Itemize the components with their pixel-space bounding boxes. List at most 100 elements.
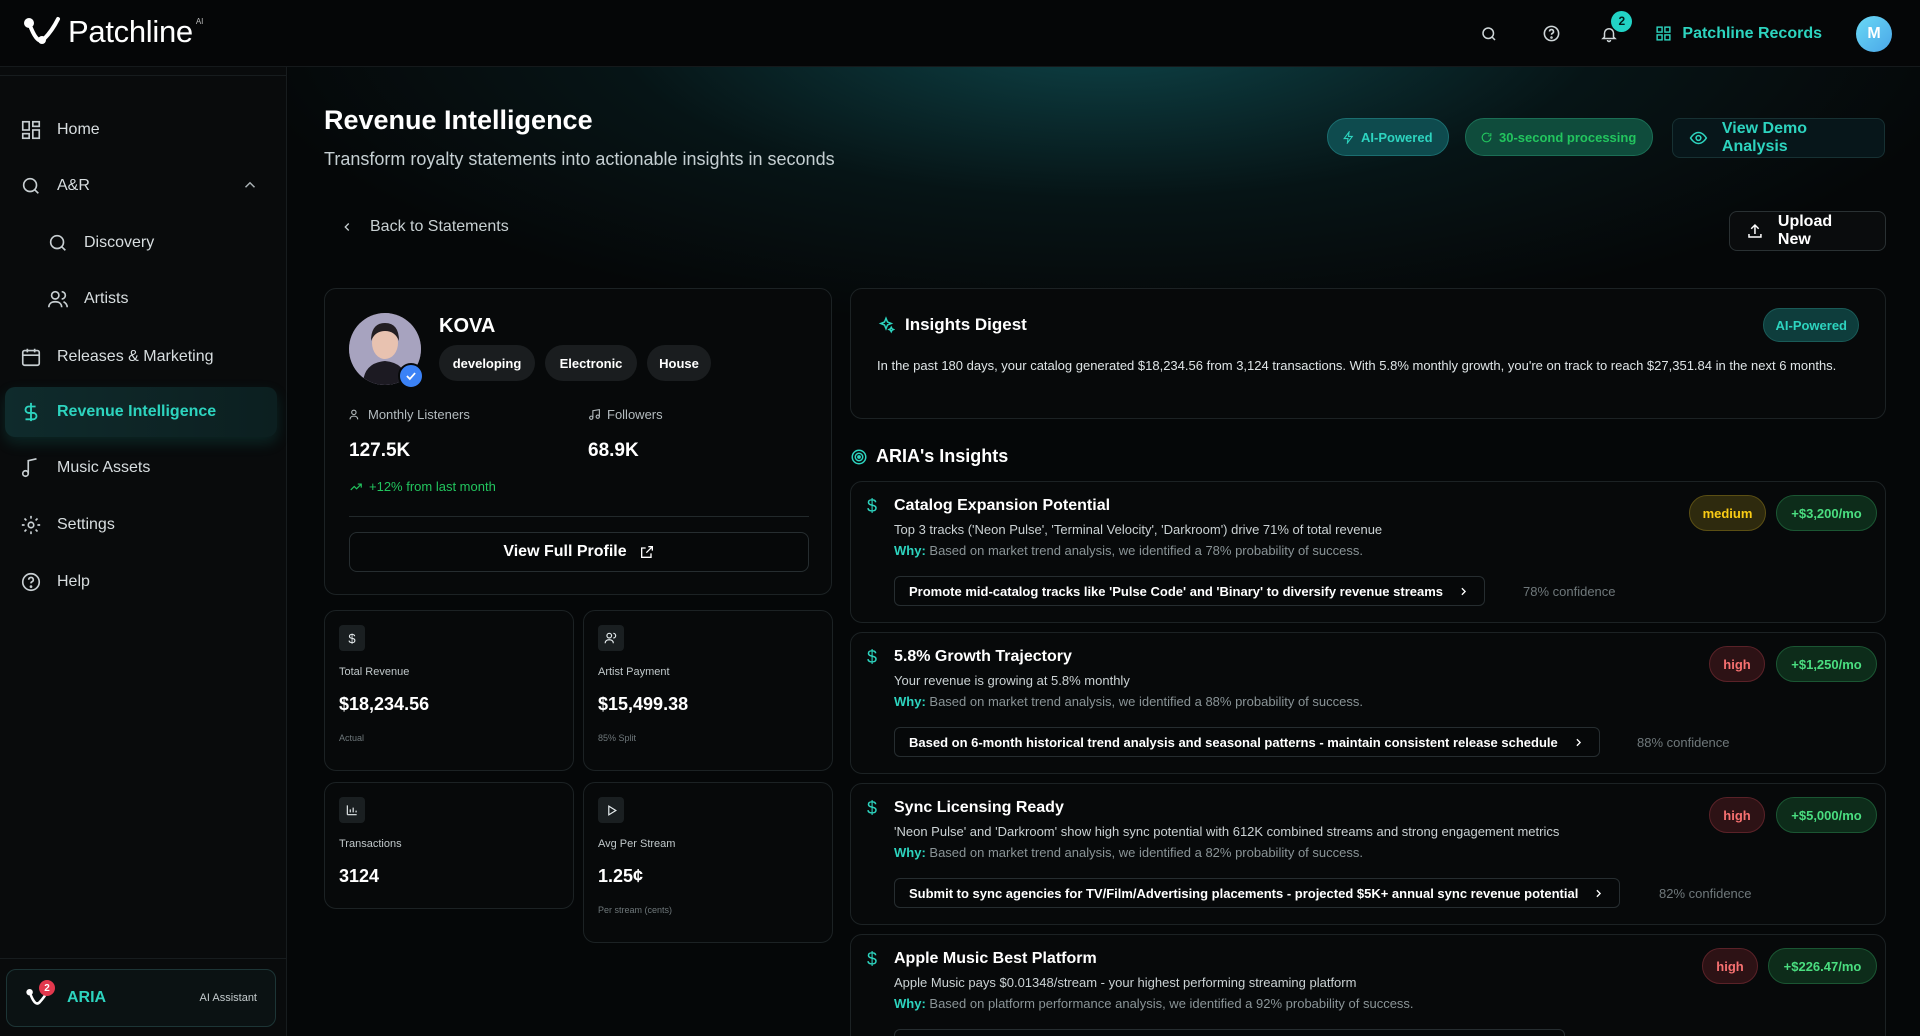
insight-description: Your revenue is growing at 5.8% monthly <box>894 673 1130 688</box>
processing-pill: 30-second processing <box>1465 118 1653 156</box>
insight-description: Top 3 tracks ('Neon Pulse', 'Terminal Ve… <box>894 522 1383 537</box>
insight-description: Apple Music pays $0.01348/stream - your … <box>894 975 1357 990</box>
artist-tag[interactable]: developing <box>439 345 535 381</box>
org-name: Patchline Records <box>1682 24 1822 42</box>
impact-badge: +$3,200/mo <box>1776 495 1877 531</box>
dollar-icon: $ <box>867 798 878 818</box>
insight-title: 5.8% Growth Trajectory <box>894 648 1072 665</box>
sidebar-item-discovery[interactable]: Discovery <box>32 218 277 268</box>
help-circle-icon <box>21 572 41 592</box>
search-icon[interactable] <box>1477 22 1501 46</box>
back-to-statements-link[interactable]: Back to Statements <box>340 218 509 236</box>
sidebar-item-label: Discovery <box>84 234 155 251</box>
impact-badge: +$5,000/mo <box>1776 797 1877 833</box>
aria-badge: 2 <box>39 980 55 996</box>
aria-insights-heading: ARIA's Insights <box>850 446 1008 467</box>
metric-label: Transactions <box>339 838 402 850</box>
notification-badge: 2 <box>1611 10 1633 32</box>
sidebar-footer-divider <box>0 958 287 959</box>
pill-label: 30-second processing <box>1499 129 1637 145</box>
notifications-button[interactable]: 2 <box>1597 10 1633 46</box>
sidebar-item-releases[interactable]: Releases & Marketing <box>5 332 277 382</box>
chevron-up-icon[interactable] <box>241 176 259 194</box>
top-bar: Patchline AI 2 Patchline Records M <box>0 0 1920 67</box>
target-icon <box>851 449 867 464</box>
trending-up-icon <box>350 483 362 490</box>
chevron-right-icon <box>1576 738 1581 746</box>
aria-assistant-button[interactable]: 2 ARIA AI Assistant <box>6 969 276 1027</box>
priority-badge: medium <box>1689 495 1766 531</box>
insight-title: Catalog Expansion Potential <box>894 497 1111 514</box>
aria-heading-text: ARIA's Insights <box>876 446 1009 466</box>
button-label: Upload New <box>1777 213 1833 248</box>
chevron-right-icon <box>1596 889 1602 897</box>
metric-value: 3124 <box>339 866 380 886</box>
impact-badge: +$226.47/mo <box>1768 948 1877 984</box>
button-label: View Full Profile <box>503 543 627 560</box>
why-label: Why: <box>894 996 926 1011</box>
insight-why: Why: Based on platform performance analy… <box>894 996 1414 1011</box>
metric-card-artist-payment: Artist Payment $15,499.38 85% Split <box>583 610 833 771</box>
page-subtitle: Transform royalty statements into action… <box>324 149 835 169</box>
upload-icon <box>1748 223 1762 238</box>
artist-name: KOVA <box>439 315 496 337</box>
main-content: Revenue Intelligence Transform royalty s… <box>288 67 1920 1036</box>
insight-title: Sync Licensing Ready <box>894 799 1064 816</box>
why-text: Based on market trend analysis, we ident… <box>929 543 1363 558</box>
metric-label: Artist Payment <box>598 666 670 678</box>
search-icon <box>22 177 39 194</box>
sidebar-item-label: Revenue Intelligence <box>57 403 217 420</box>
insight-action-button[interactable]: Submit to sync agencies for TV/Film/Adve… <box>894 878 1621 908</box>
impact-badge: +$1,250/mo <box>1776 646 1877 682</box>
action-label: Promote mid-catalog tracks like 'Pulse C… <box>909 583 1443 599</box>
sidebar-item-label: Home <box>57 121 100 138</box>
music-note-icon <box>21 458 37 478</box>
metric-card-total-revenue: $ Total Revenue $18,234.56 Actual <box>324 610 574 771</box>
sidebar-item-home[interactable]: Home <box>5 105 277 155</box>
artist-tag[interactable]: House <box>647 345 711 381</box>
artist-tag[interactable]: Electronic <box>545 345 637 381</box>
artist-card: KOVA developing Electronic House Monthly… <box>324 288 832 595</box>
sidebar-item-music-assets[interactable]: Music Assets <box>5 443 277 493</box>
metric-value: $18,234.56 <box>339 694 430 714</box>
view-full-profile-button[interactable]: View Full Profile <box>349 532 809 572</box>
insight-card: $ Sync Licensing Ready 'Neon Pulse' and … <box>850 783 1886 925</box>
logo[interactable]: Patchline AI <box>22 14 206 50</box>
metric-card-transactions: Transactions 3124 <box>324 782 574 909</box>
why-text: Based on platform performance analysis, … <box>929 996 1414 1011</box>
why-text: Based on market trend analysis, we ident… <box>929 694 1363 709</box>
insight-action-button[interactable]: Promote mid-catalog tracks like 'Pulse C… <box>894 576 1485 606</box>
help-icon[interactable] <box>1539 22 1563 46</box>
divider <box>349 516 809 517</box>
metric-value: $15,499.38 <box>598 694 689 714</box>
grid-icon <box>21 120 41 140</box>
patchline-logo-icon <box>24 17 60 44</box>
aria-label: ARIA <box>67 989 107 1006</box>
insight-action-button[interactable]: Based on 6-month historical trend analys… <box>894 727 1600 757</box>
sidebar-item-artists[interactable]: Artists <box>32 274 277 324</box>
insight-action-button[interactable] <box>894 1029 1565 1036</box>
insights-digest-title: Insights Digest <box>877 315 1027 335</box>
insight-confidence: 82% confidence <box>1659 886 1752 901</box>
metric-label: Avg Per Stream <box>598 838 676 850</box>
user-avatar[interactable]: M <box>1856 15 1892 52</box>
growth-text: +12% from last month <box>369 479 496 494</box>
metric-value: 1.25¢ <box>598 866 644 886</box>
calendar-icon <box>21 348 41 367</box>
sidebar-item-ar[interactable]: A&R <box>5 161 277 211</box>
sidebar-item-label: Artists <box>84 290 129 307</box>
insight-description: 'Neon Pulse' and 'Darkroom' show high sy… <box>894 824 1560 839</box>
monthly-listeners-value: 127.5K <box>349 440 411 461</box>
org-switcher[interactable]: Patchline Records <box>1655 25 1822 43</box>
view-demo-analysis-button[interactable]: View Demo Analysis <box>1672 118 1885 158</box>
action-label: Based on 6-month historical trend analys… <box>909 734 1558 750</box>
upload-new-button[interactable]: Upload New <box>1729 211 1886 251</box>
sidebar-item-revenue-intelligence[interactable]: Revenue Intelligence <box>5 387 277 437</box>
sidebar-item-settings[interactable]: Settings <box>5 500 277 550</box>
sidebar-item-help[interactable]: Help <box>5 557 277 607</box>
digest-title-text: Insights Digest <box>905 315 1027 334</box>
stat-label-text: Followers <box>607 407 663 422</box>
grid-icon <box>1656 26 1671 41</box>
play-icon <box>598 797 624 823</box>
gear-icon <box>21 515 41 535</box>
